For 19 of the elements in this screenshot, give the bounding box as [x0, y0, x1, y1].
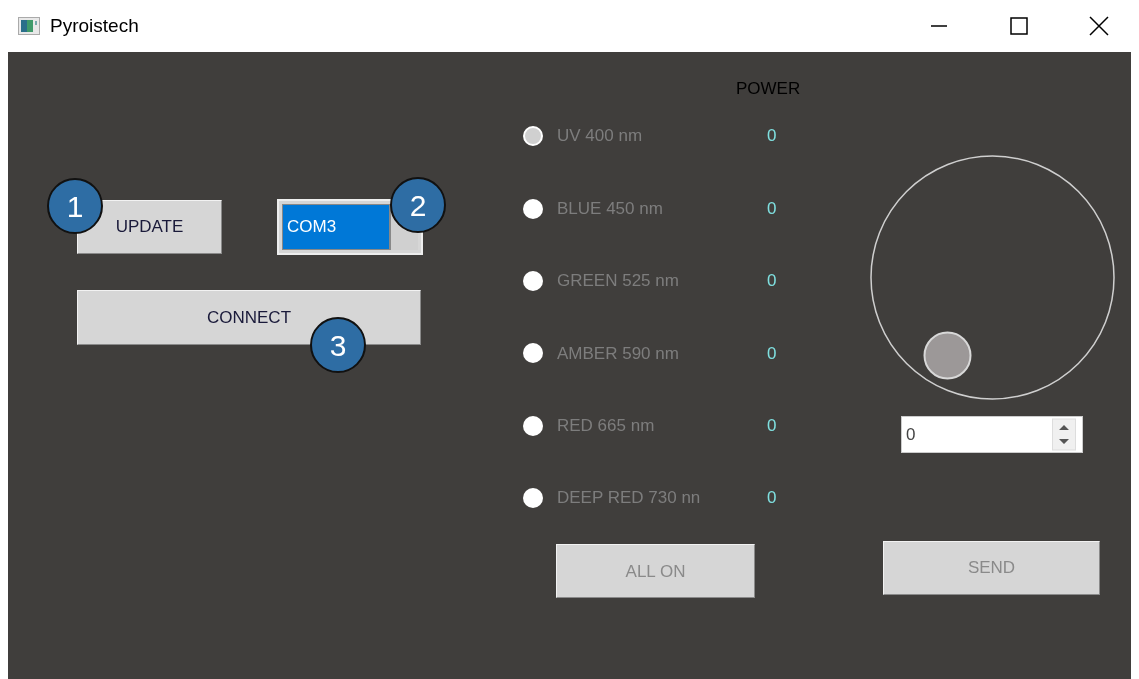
channel-label: AMBER 590 nm: [557, 342, 680, 365]
channel-label: DEEP RED 730 nn: [557, 487, 702, 510]
power-value: 0: [767, 197, 777, 220]
channel-label: UV 400 nm: [557, 125, 644, 148]
step-number-tooltip: 3: [310, 317, 366, 373]
port-value: COM3: [282, 204, 390, 250]
window-title: Pyroistech: [50, 13, 139, 38]
power-value: 0: [767, 342, 777, 365]
power-value: 0: [767, 415, 777, 437]
channel-label: GREEN 525 nm: [557, 270, 680, 293]
spin-value: 0: [902, 420, 1052, 449]
step-number-tooltip: 1: [47, 178, 103, 234]
power-value: 0: [767, 487, 777, 510]
column-header: POWER: [736, 78, 802, 100]
power-value: 0: [767, 125, 777, 148]
channel-label: RED 665 nm: [557, 415, 656, 437]
channel-label: BLUE 450 nm: [557, 197, 664, 220]
power-value: 0: [767, 270, 777, 293]
step-number-tooltip: 2: [390, 177, 446, 233]
